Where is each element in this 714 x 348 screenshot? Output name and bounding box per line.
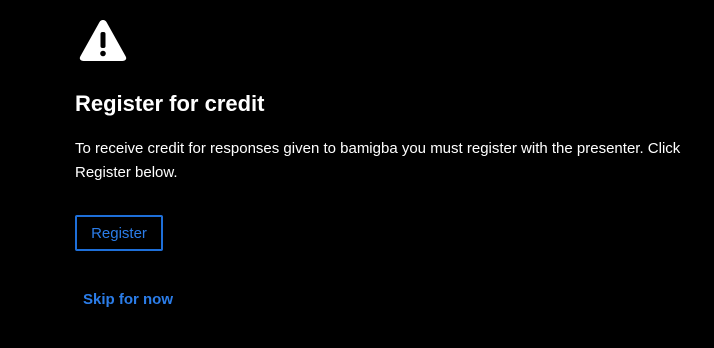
dialog-message: To receive credit for responses given to… bbox=[75, 140, 681, 181]
register-dialog: Register for credit To receive credit fo… bbox=[0, 0, 714, 348]
skip-for-now-link[interactable]: Skip for now bbox=[83, 291, 173, 308]
register-button[interactable]: Register bbox=[75, 215, 163, 251]
warning-icon bbox=[79, 20, 127, 61]
dialog-title: Register for credit bbox=[75, 91, 265, 116]
